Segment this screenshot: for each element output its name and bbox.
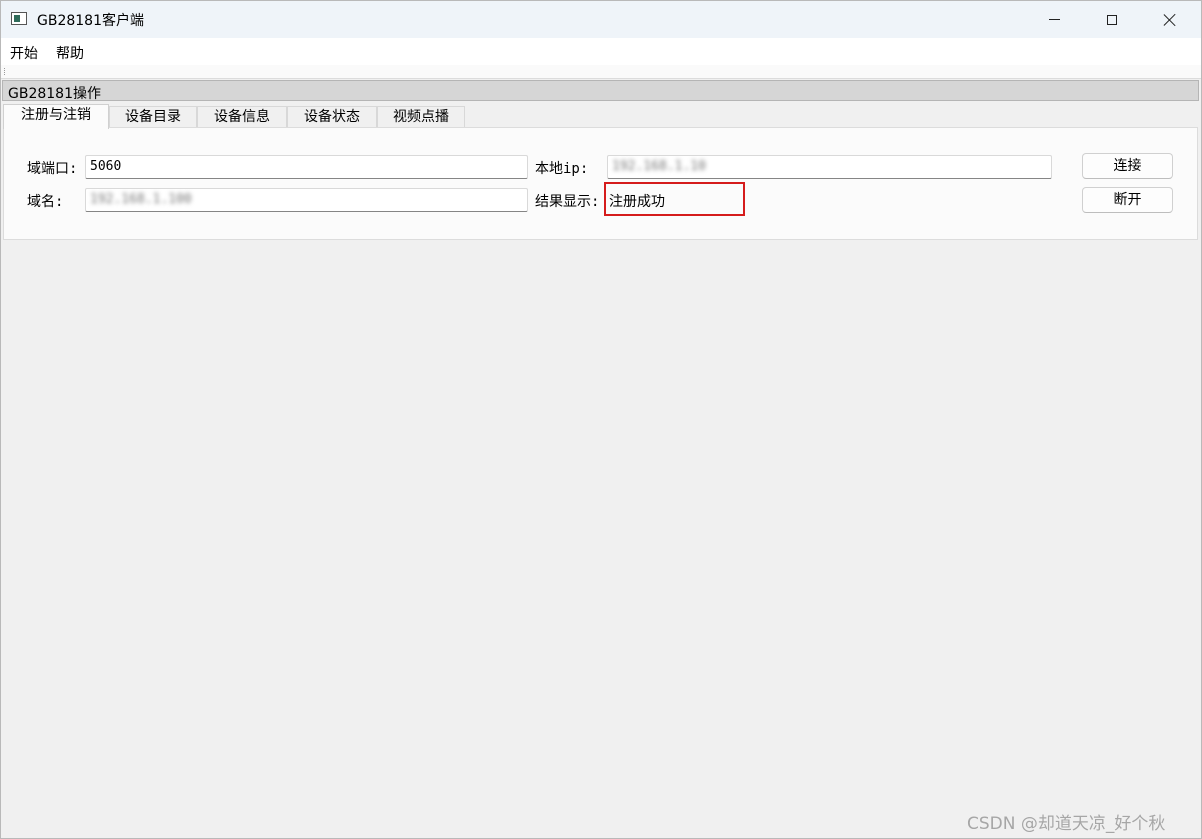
local-ip-value: 192.168.1.10 (612, 159, 706, 174)
tab-bar: 注册与注销 设备目录 设备信息 设备状态 视频点播 (3, 104, 1199, 129)
tab-device-status[interactable]: 设备状态 (287, 106, 377, 128)
result-value: 注册成功 (609, 194, 665, 210)
domain-port-field[interactable]: 5060 (85, 155, 528, 179)
tab-device-info[interactable]: 设备信息 (197, 106, 287, 128)
app-window-icon (11, 12, 27, 25)
maximize-button[interactable] (1083, 1, 1141, 38)
toolbar (1, 65, 1201, 79)
tab-device-catalog[interactable]: 设备目录 (109, 106, 197, 128)
register-panel (3, 127, 1198, 240)
close-icon (1163, 13, 1177, 27)
domain-name-field[interactable]: 192.168.1.100 (85, 188, 528, 212)
tab-video-play[interactable]: 视频点播 (377, 106, 465, 128)
app-window: GB28181客户端 开始 帮助 GB28181操作 注册与注销 设备目录 设备… (0, 0, 1202, 839)
domain-port-label: 域端口: (27, 161, 78, 177)
local-ip-field[interactable]: 192.168.1.10 (607, 155, 1052, 179)
close-button[interactable] (1141, 1, 1199, 38)
menu-item-start[interactable]: 开始 (10, 43, 38, 63)
watermark-text: CSDN @却道天凉_好个秋 (967, 814, 1166, 834)
domain-name-label: 域名: (27, 194, 64, 210)
tab-register-unregister[interactable]: 注册与注销 (3, 104, 109, 129)
minimize-button[interactable] (1025, 1, 1083, 38)
group-header: GB28181操作 (2, 80, 1199, 102)
toolbar-grip-icon[interactable] (4, 68, 7, 75)
result-label: 结果显示: (535, 194, 600, 210)
maximize-icon (1107, 14, 1117, 25)
menu-bar: 开始 帮助 (1, 38, 1201, 65)
group-title: GB28181操作 (8, 86, 101, 102)
window-title: GB28181客户端 (37, 13, 144, 29)
domain-port-value: 5060 (90, 159, 122, 174)
local-ip-label: 本地ip: (535, 161, 589, 177)
minimize-icon (1048, 19, 1060, 20)
disconnect-button[interactable]: 断开 (1082, 187, 1173, 213)
title-bar[interactable]: GB28181客户端 (1, 1, 1201, 38)
domain-name-value: 192.168.1.100 (90, 192, 192, 207)
connect-button[interactable]: 连接 (1082, 153, 1173, 179)
menu-item-help[interactable]: 帮助 (56, 43, 84, 63)
